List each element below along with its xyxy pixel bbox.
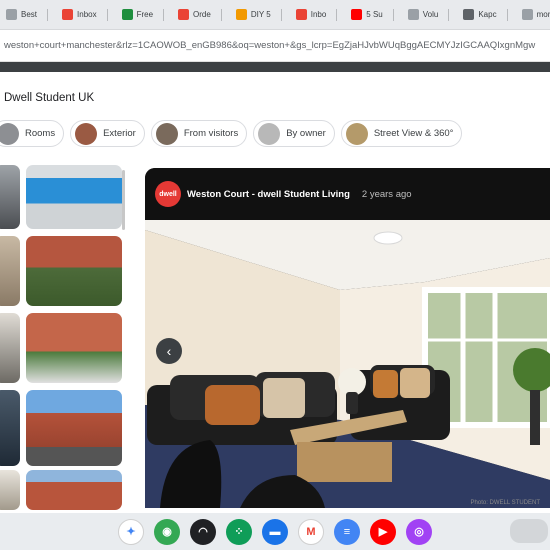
- youtube-icon: [351, 9, 363, 20]
- chip-label: Street View & 360°: [373, 128, 454, 139]
- tab-separator: [392, 8, 394, 21]
- browser-tab[interactable]: mon: [516, 4, 550, 26]
- page-icon: [463, 9, 475, 20]
- photo-thumbnail[interactable]: [26, 313, 122, 383]
- chip-thumbnail: [75, 122, 98, 145]
- browser-tab[interactable]: Inbo: [290, 4, 344, 26]
- chip-thumbnail: [258, 122, 281, 145]
- browser-tab[interactable]: Free: [116, 4, 170, 26]
- grid-app-icon[interactable]: ⁘: [226, 518, 252, 545]
- tab-separator: [336, 8, 338, 21]
- chip-thumbnail: [155, 122, 178, 145]
- browser-tab-label: mon: [536, 10, 550, 19]
- chip-label: By owner: [286, 128, 326, 139]
- living-room-photo: [145, 220, 550, 508]
- chip-label: Exterior: [103, 128, 136, 139]
- browser-tab[interactable]: Volu: [402, 4, 456, 26]
- tab-separator: [106, 8, 108, 21]
- tab-separator: [280, 8, 282, 21]
- page-icon: [6, 9, 17, 20]
- gmail-icon: [295, 9, 307, 20]
- photos-app-icon[interactable]: ◎: [406, 518, 432, 545]
- photo-thumbnail[interactable]: [26, 470, 122, 510]
- browser-tab-label: Inbo: [310, 10, 327, 19]
- thumbnail-scrollbar[interactable]: [122, 170, 125, 230]
- photo-thumbnail[interactable]: [26, 165, 122, 229]
- files-icon[interactable]: ▬: [262, 518, 288, 545]
- screen: Best Inbox Free Orde DIY 5 Inbo 5 Su Volu Kapc m…: [0, 0, 550, 550]
- browser-tab[interactable]: Best: [0, 4, 54, 26]
- tab-separator: [220, 8, 222, 21]
- photo-category-chip[interactable]: Rooms: [0, 120, 65, 147]
- browser-tab-label: Volu: [422, 10, 439, 19]
- browser-tab-label: Best: [21, 10, 38, 19]
- sheets-icon: [121, 9, 133, 20]
- app-icon-icon[interactable]: ◠: [190, 518, 216, 545]
- tab-separator: [47, 8, 49, 21]
- youtube-icon[interactable]: ▶: [370, 518, 396, 545]
- photo-category-chip[interactable]: By owner: [253, 120, 335, 147]
- toolbar-divider: [0, 62, 550, 72]
- chip-label: From visitors: [183, 128, 239, 139]
- page-icon: [235, 9, 247, 20]
- browser-tab-label: Orde: [193, 10, 211, 19]
- gmail-icon: [62, 9, 74, 20]
- browser-tab[interactable]: Inbox: [56, 4, 114, 26]
- dwell-logo[interactable]: dwell: [155, 181, 181, 207]
- tab-separator: [448, 8, 450, 21]
- url-text[interactable]: weston+court+manchester&rlz=1CAOWOB_enGB…: [4, 40, 550, 51]
- chip-label: Rooms: [25, 128, 56, 139]
- gmail-icon: [178, 9, 190, 20]
- tab-separator: [506, 8, 508, 21]
- photo-thumbnail[interactable]: [26, 390, 122, 466]
- photo-category-chip[interactable]: Exterior: [70, 120, 145, 147]
- status-tray[interactable]: [510, 519, 548, 543]
- photo-owner-title[interactable]: Weston Court - dwell Student Living: [187, 189, 350, 200]
- browser-tab[interactable]: Kapc: [457, 4, 513, 26]
- photo-thumbnail[interactable]: [0, 313, 20, 383]
- business-title: Dwell Student UK: [4, 92, 95, 104]
- page-icon: [521, 9, 533, 20]
- docs-icon[interactable]: ≡: [334, 518, 360, 545]
- browser-tab[interactable]: 5 Su: [345, 4, 399, 26]
- browser-tab-label: Kapc: [478, 10, 497, 19]
- photo-thumbnail[interactable]: [26, 236, 122, 306]
- page-icon: [407, 9, 419, 20]
- photo-thumbnail[interactable]: [0, 236, 20, 306]
- browser-tab-label: DIY 5: [250, 10, 271, 19]
- browser-tab-strip: Best Inbox Free Orde DIY 5 Inbo 5 Su Volu Kapc m…: [0, 0, 550, 30]
- os-shelf: ✦ ◉ ◠ ⁘ ▬ M ≡ ▶ ◎: [0, 513, 550, 550]
- gmail-icon[interactable]: M: [298, 518, 324, 545]
- photo-category-chip[interactable]: From visitors: [150, 120, 248, 147]
- browser-tab[interactable]: DIY 5: [230, 4, 288, 26]
- photo-thumbnail[interactable]: [0, 390, 20, 466]
- chrome-icon[interactable]: ◉: [154, 518, 180, 545]
- photo-viewer-header: dwell Weston Court - dwell Student Livin…: [145, 168, 550, 220]
- photo-thumbnail[interactable]: [0, 165, 20, 229]
- browser-tab-label: Inbox: [77, 10, 97, 19]
- tab-separator: [163, 8, 165, 21]
- photo-thumbnail-grid: [0, 165, 130, 510]
- chip-thumbnail: [345, 122, 368, 145]
- browser-tab-label: Free: [136, 10, 154, 19]
- chip-thumbnail: [0, 122, 19, 145]
- browser-tab-label: 5 Su: [366, 10, 383, 19]
- photo-category-chips: Rooms Exterior From visitors By owner Street…: [0, 120, 463, 148]
- photo-thumbnail[interactable]: [0, 470, 20, 510]
- previous-photo-button[interactable]: ‹: [156, 338, 182, 364]
- photo-credit: Photo: DWELL STUDENT: [470, 500, 540, 506]
- photo-category-chip[interactable]: Street View & 360°: [340, 120, 463, 147]
- photo-age: 2 years ago: [361, 188, 412, 200]
- address-bar[interactable]: weston+court+manchester&rlz=1CAOWOB_enGB…: [0, 30, 550, 62]
- photo-viewer: dwell Weston Court - dwell Student Livin…: [145, 168, 550, 508]
- browser-tab[interactable]: Orde: [172, 4, 228, 26]
- launcher-icon[interactable]: ✦: [118, 518, 144, 545]
